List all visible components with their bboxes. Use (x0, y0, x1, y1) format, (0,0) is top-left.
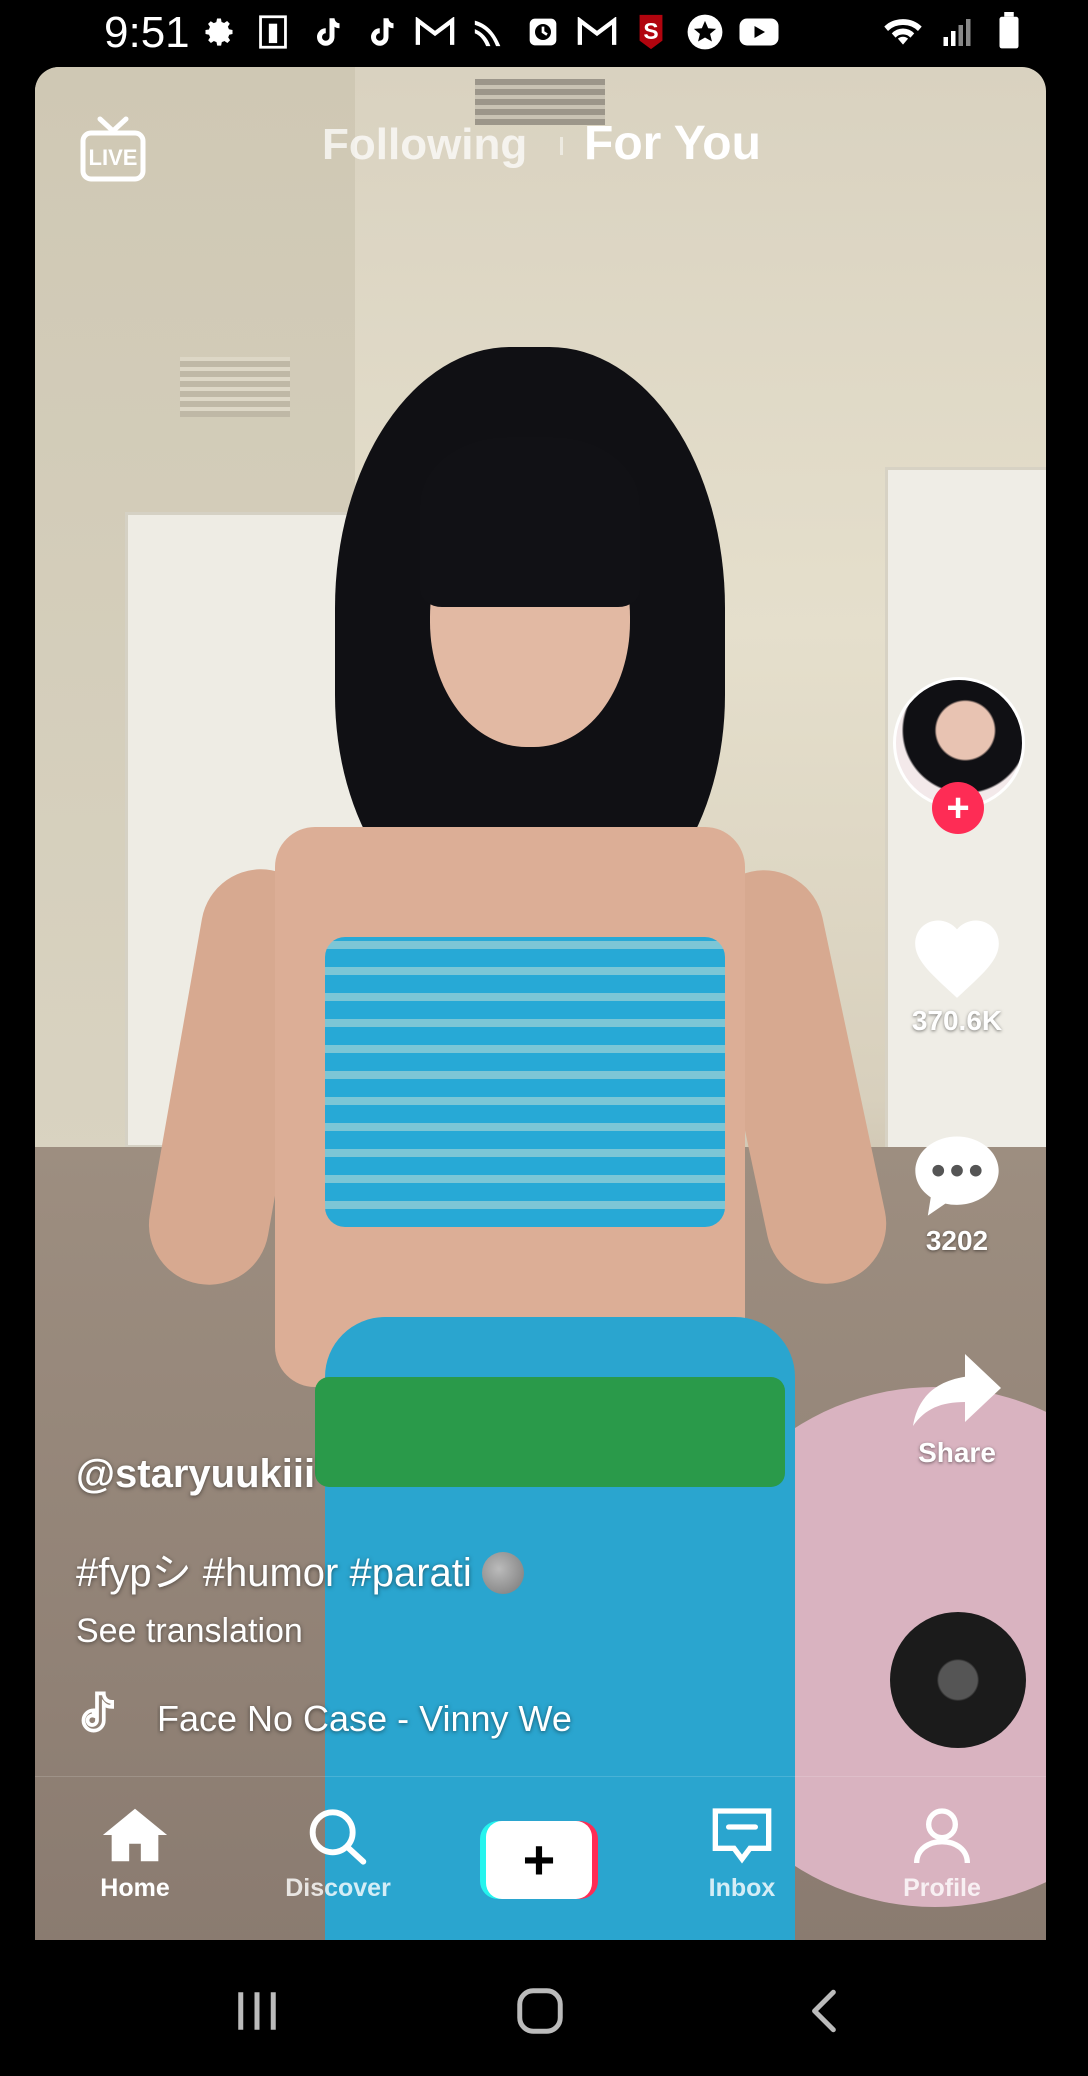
heart-icon (915, 920, 999, 998)
nav-home-label: Home (100, 1874, 170, 1902)
nav-inbox[interactable]: Inbox (667, 1805, 817, 1903)
create-button[interactable]: + (480, 1821, 598, 1899)
signal-icon (942, 14, 978, 53)
comment-count: 3202 (925, 1225, 989, 1256)
back-icon[interactable] (800, 1986, 850, 2036)
gmail-icon (576, 12, 618, 52)
sound-title[interactable]: Face No Case - Vinny We (157, 1698, 582, 1740)
recent-apps-icon[interactable] (232, 1986, 282, 2036)
svg-text:S: S (643, 18, 658, 44)
nav-discover-label: Discover (285, 1874, 391, 1902)
inbox-icon (712, 1808, 772, 1864)
caption-hashtags[interactable]: #fypシ #humor #parati (76, 1540, 524, 1598)
creator-username[interactable]: @staryuukiii (76, 1452, 315, 1497)
comment-button[interactable]: 3202 (880, 1128, 1034, 1257)
gmail-icon (414, 12, 456, 52)
video-scene (885, 467, 1046, 1203)
notification-icons: S (198, 10, 780, 54)
hashtag-text[interactable]: #fypシ #humor #parati (76, 1551, 472, 1595)
video-scene (325, 937, 725, 1227)
youtube-icon (738, 12, 780, 52)
alarm-icon (522, 12, 564, 52)
share-arrow-icon (913, 1354, 1001, 1426)
plus-icon: + (486, 1821, 592, 1899)
tab-for-you[interactable]: For You (584, 116, 761, 171)
wifi-icon (882, 14, 924, 53)
tiktok-icon (306, 12, 348, 52)
gear-icon (198, 12, 240, 52)
like-count: 370.6K (911, 1005, 1003, 1036)
like-button[interactable]: 370.6K (880, 908, 1034, 1037)
stanford-icon: S (630, 12, 672, 52)
search-icon (309, 1809, 367, 1865)
battery-icon (996, 12, 1022, 55)
live-label: LIVE (89, 145, 138, 170)
status-bar: 9:51 S (0, 0, 1088, 66)
status-right-icons (882, 12, 1022, 55)
video-scene (420, 437, 640, 607)
tab-following[interactable]: Following (322, 120, 527, 170)
music-note-icon (80, 1690, 115, 1734)
share-button[interactable]: Share (880, 1348, 1034, 1469)
video-scene (180, 357, 290, 417)
sprint-icon (468, 12, 510, 52)
status-time: 9:51 (104, 8, 190, 57)
calendar-icon (252, 12, 294, 52)
moon-emoji-icon (481, 1552, 524, 1594)
tab-divider (560, 137, 563, 155)
bottom-nav: Home Discover + Inbox Profile (35, 1776, 1046, 1941)
see-translation-link[interactable]: See translation (76, 1612, 303, 1651)
profile-icon (914, 1808, 970, 1864)
share-label: Share (918, 1437, 996, 1468)
star-icon (684, 12, 726, 52)
tiktok-icon (360, 12, 402, 52)
home-circle-icon[interactable] (513, 1984, 567, 2038)
plus-icon: + (946, 786, 970, 830)
sound-disc[interactable] (890, 1612, 1026, 1748)
nav-profile[interactable]: Profile (867, 1805, 1017, 1903)
home-icon (102, 1808, 168, 1862)
nav-profile-label: Profile (903, 1874, 981, 1902)
comment-icon (915, 1136, 999, 1216)
live-icon[interactable]: LIVE (80, 115, 146, 183)
video-scene (315, 1377, 785, 1487)
nav-inbox-label: Inbox (708, 1874, 776, 1902)
nav-home[interactable]: Home (60, 1805, 210, 1903)
nav-discover[interactable]: Discover (263, 1805, 413, 1903)
system-nav-bar (0, 1940, 1088, 2076)
follow-button[interactable]: + (932, 782, 984, 834)
